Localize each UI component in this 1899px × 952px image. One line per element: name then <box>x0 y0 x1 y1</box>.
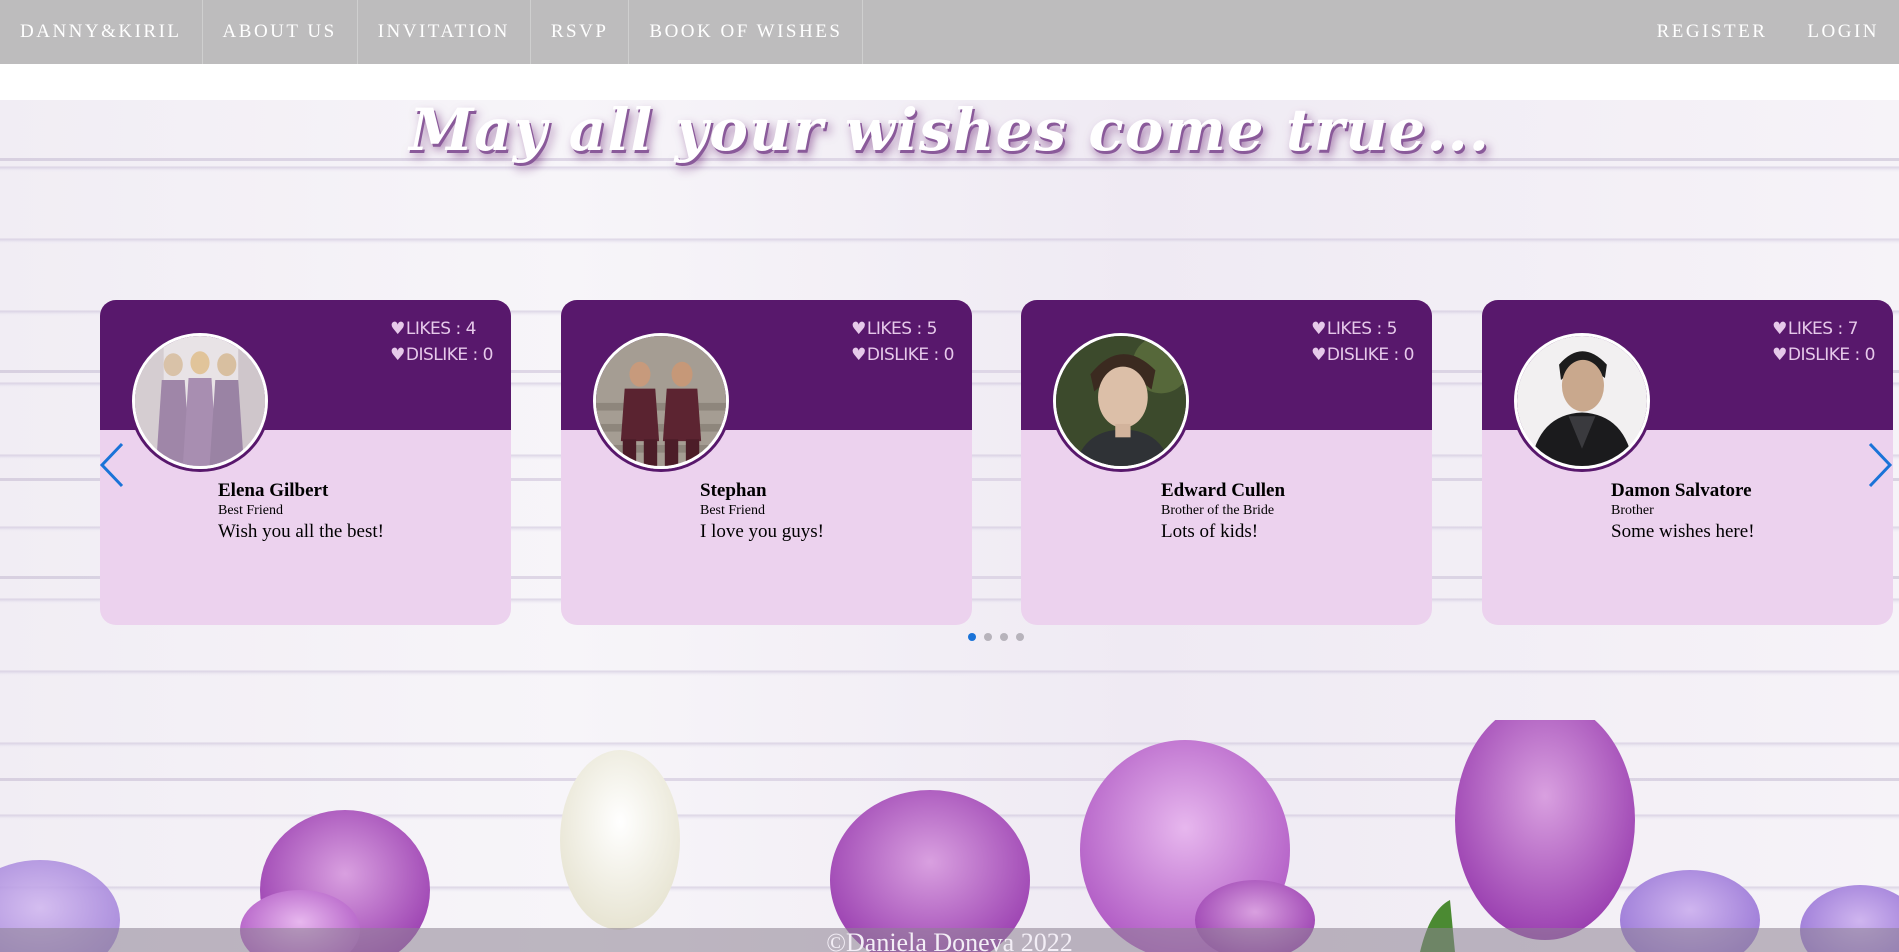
likes-count: LIKES : 4 <box>405 319 477 339</box>
dislikes-count: DISLIKE : 0 <box>1787 345 1876 365</box>
card-body: Edward Cullen Brother of the Bride Lots … <box>1161 480 1285 544</box>
card-stats: ♥ LIKES : 5 ♥ DISLIKE : 0 <box>1311 316 1414 368</box>
heart-icon: ♥ <box>851 319 866 339</box>
card-stats: ♥ LIKES : 7 ♥ DISLIKE : 0 <box>1772 316 1875 368</box>
likes-count: LIKES : 5 <box>866 319 938 339</box>
nav-right: REGISTER LOGIN <box>1637 0 1899 64</box>
heart-icon: ♥ <box>390 319 405 339</box>
dislikes-stat[interactable]: ♥ DISLIKE : 0 <box>1772 342 1875 368</box>
likes-stat[interactable]: ♥ LIKES : 5 <box>1311 316 1414 342</box>
wish-card: ♥ LIKES : 5 ♥ DISLIKE : 0 Stephan Best Fri <box>561 300 972 625</box>
carousel-prev-button[interactable] <box>98 440 128 490</box>
carousel-pagination <box>968 633 1024 641</box>
footer: ©Daniela Doneva 2022 <box>0 928 1899 952</box>
likes-count: LIKES : 7 <box>1787 319 1859 339</box>
nav-invitation[interactable]: INVITATION <box>358 0 531 64</box>
card-relation: Brother of the Bride <box>1161 503 1275 518</box>
nav-login[interactable]: LOGIN <box>1787 0 1899 64</box>
wish-card: ♥ LIKES : 7 ♥ DISLIKE : 0 Damon Salvatore … <box>1482 300 1893 625</box>
card-body: Damon Salvatore Brother Some wishes here… <box>1611 480 1755 544</box>
chevron-right-icon <box>1868 442 1893 488</box>
likes-stat[interactable]: ♥ LIKES : 4 <box>390 316 493 342</box>
card-stats: ♥ LIKES : 4 ♥ DISLIKE : 0 <box>390 316 493 368</box>
card-name: Elena Gilbert <box>218 480 329 501</box>
avatar <box>1514 333 1650 469</box>
heart-icon: ♥ <box>1772 319 1787 339</box>
avatar-photo <box>135 336 265 466</box>
nav-brand[interactable]: DANNY&KIRIL <box>0 0 203 64</box>
dislikes-count: DISLIKE : 0 <box>1326 345 1415 365</box>
avatar <box>593 333 729 469</box>
wishes-carousel: ♥ LIKES : 4 ♥ DISLIKE : 0 Elena Gilbert Be… <box>0 300 1899 640</box>
likes-count: LIKES : 5 <box>1326 319 1398 339</box>
page-heading: May all your wishes come true... <box>409 96 1490 164</box>
nav-rsvp[interactable]: RSVP <box>531 0 630 64</box>
pagination-dot[interactable] <box>1016 633 1024 641</box>
nav-register[interactable]: REGISTER <box>1637 0 1788 64</box>
card-relation: Best Friend <box>218 503 283 518</box>
dislikes-count: DISLIKE : 0 <box>866 345 955 365</box>
heart-icon: ♥ <box>1311 319 1326 339</box>
avatar-photo <box>1056 336 1186 466</box>
card-wish: Lots of kids! <box>1161 521 1259 542</box>
card-name: Edward Cullen <box>1161 480 1286 501</box>
nav-left: DANNY&KIRIL ABOUT US INVITATION RSVP BOO… <box>0 0 864 64</box>
heart-icon: ♥ <box>1772 345 1787 365</box>
card-stats: ♥ LIKES : 5 ♥ DISLIKE : 0 <box>851 316 954 368</box>
avatar <box>132 333 268 469</box>
pagination-dot[interactable] <box>968 633 976 641</box>
card-relation: Brother <box>1611 503 1654 518</box>
likes-stat[interactable]: ♥ LIKES : 5 <box>851 316 954 342</box>
card-body: Stephan Best Friend I love you guys! <box>700 480 824 544</box>
avatar-photo <box>596 336 726 466</box>
dislikes-stat[interactable]: ♥ DISLIKE : 0 <box>851 342 954 368</box>
dislikes-stat[interactable]: ♥ DISLIKE : 0 <box>390 342 493 368</box>
card-name: Stephan <box>700 480 767 501</box>
pagination-dot[interactable] <box>984 633 992 641</box>
chevron-left-icon <box>99 442 124 488</box>
navbar: DANNY&KIRIL ABOUT US INVITATION RSVP BOO… <box>0 0 1899 64</box>
card-wish: I love you guys! <box>700 521 825 542</box>
nav-book-of-wishes[interactable]: BOOK OF WISHES <box>629 0 864 64</box>
heart-icon: ♥ <box>851 345 866 365</box>
nav-about-us[interactable]: ABOUT US <box>203 0 358 64</box>
heart-icon: ♥ <box>1311 345 1326 365</box>
heart-icon: ♥ <box>390 345 405 365</box>
card-body: Elena Gilbert Best Friend Wish you all t… <box>218 480 384 544</box>
card-relation: Best Friend <box>700 503 765 518</box>
wish-card: ♥ LIKES : 5 ♥ DISLIKE : 0 Edward Cullen Br… <box>1021 300 1432 625</box>
card-wish: Some wishes here! <box>1611 521 1755 542</box>
wish-card: ♥ LIKES : 4 ♥ DISLIKE : 0 Elena Gilbert Be… <box>100 300 511 625</box>
avatar <box>1053 333 1189 469</box>
card-wish: Wish you all the best! <box>218 521 384 542</box>
likes-stat[interactable]: ♥ LIKES : 7 <box>1772 316 1875 342</box>
dislikes-stat[interactable]: ♥ DISLIKE : 0 <box>1311 342 1414 368</box>
carousel-next-button[interactable] <box>1864 440 1894 490</box>
lilac-flowers <box>0 720 1899 952</box>
card-name: Damon Salvatore <box>1611 480 1752 501</box>
pagination-dot[interactable] <box>1000 633 1008 641</box>
dislikes-count: DISLIKE : 0 <box>405 345 494 365</box>
avatar-photo <box>1517 336 1647 466</box>
